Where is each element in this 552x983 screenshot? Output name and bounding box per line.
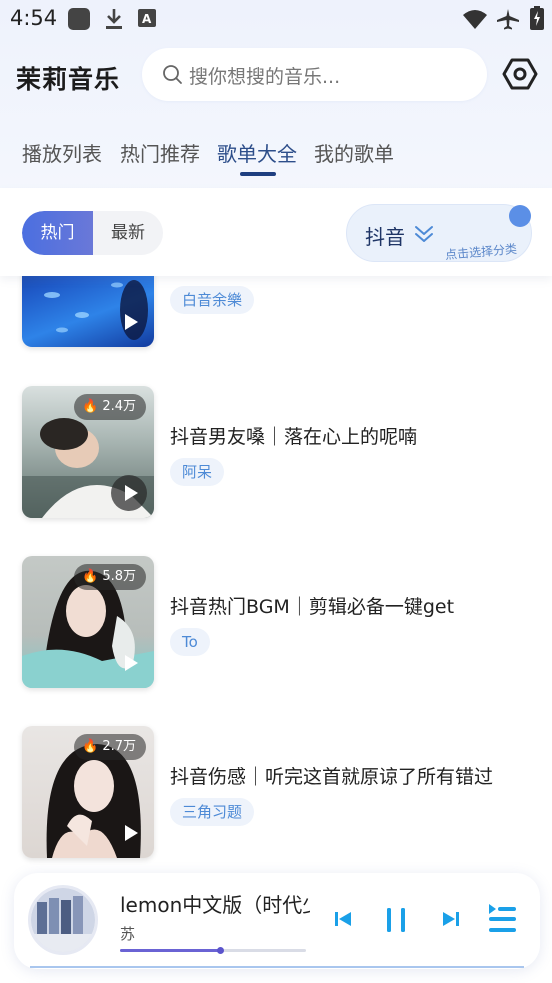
- tab-my-playlists[interactable]: 我的歌单: [314, 138, 394, 167]
- fire-icon: 🔥: [81, 739, 99, 754]
- battery-charging-icon: [530, 6, 544, 34]
- sort-new-button[interactable]: 最新: [93, 211, 163, 255]
- playlist-title: 抖音热门BGM｜剪辑必备一键get: [170, 596, 455, 618]
- download-icon: [104, 8, 124, 34]
- play-count-badge: 🔥 5.8万: [73, 564, 146, 590]
- song-title: lemon中文版（时代少年团）: [120, 893, 310, 917]
- search-icon: [162, 64, 184, 90]
- playlist-author: 三角习题: [170, 798, 255, 826]
- playlist-queue-button[interactable]: [488, 903, 518, 939]
- bottom-divider: [30, 966, 524, 968]
- album-cover: [28, 885, 98, 955]
- square-icon: [67, 7, 91, 35]
- a-icon: A: [138, 8, 156, 32]
- list-item[interactable]: 🔥 5.8万 抖音热门BGM｜剪辑必备一键get To: [0, 556, 552, 690]
- settings-button[interactable]: [502, 56, 538, 92]
- play-button[interactable]: [111, 475, 147, 511]
- progress-knob[interactable]: [217, 947, 225, 954]
- playlist-author: 白音余樂: [170, 286, 255, 314]
- previous-button[interactable]: [334, 910, 352, 932]
- play-count: 2.7万: [102, 739, 136, 754]
- fire-icon: 🔥: [81, 569, 99, 584]
- list-item[interactable]: 🔥 2.7万 抖音伤感｜听完这首就原谅了所有错过 三角习题: [0, 726, 552, 860]
- decorative-dot: [509, 205, 531, 227]
- status-bar: 4:54 A: [0, 0, 552, 38]
- list-item[interactable]: 🔥 2.4万 抖音男友嗓｜落在心上的呢喃 阿呆: [0, 386, 552, 520]
- list-item[interactable]: 白音余樂: [0, 275, 552, 349]
- playlist-list: 白音余樂 🔥 2.4万 抖音男友嗓｜落在心上的呢喃 阿呆 🔥 5.8万 抖音热门…: [0, 275, 552, 875]
- playlist-cover: 🔥 5.8万: [22, 556, 154, 688]
- playlist-author: To: [170, 628, 210, 656]
- progress-fill: [120, 949, 221, 952]
- pause-button[interactable]: [385, 907, 409, 937]
- wifi-icon: [462, 8, 488, 34]
- playlist-title: 抖音男友嗓｜落在心上的呢喃: [170, 426, 418, 448]
- playlist-queue-icon: [489, 904, 516, 932]
- active-tab-indicator: [240, 172, 276, 176]
- progress-bar[interactable]: [120, 947, 306, 954]
- mini-player[interactable]: lemon中文版（时代少年团） 苏: [14, 873, 540, 969]
- category-hint: 点击选择分类: [444, 241, 518, 263]
- sort-hot-button[interactable]: 热门: [22, 211, 93, 255]
- fire-icon: 🔥: [81, 399, 99, 414]
- play-count: 5.8万: [102, 569, 136, 584]
- chevron-down-icon: [413, 223, 435, 249]
- filter-bar: 热门 最新 抖音 点击选择分类: [0, 188, 552, 276]
- category-label: 抖音: [365, 225, 405, 249]
- play-count-badge: 🔥 2.7万: [73, 734, 146, 760]
- airplane-icon: [496, 8, 520, 34]
- pause-icon: [387, 908, 405, 932]
- tab-hot-recommend[interactable]: 热门推荐: [120, 138, 200, 167]
- next-button[interactable]: [442, 910, 460, 932]
- playlist-cover: 🔥 2.4万: [22, 386, 154, 518]
- playlist-cover: 🔥 2.7万: [22, 726, 154, 858]
- skip-next-icon: [443, 912, 459, 926]
- playlist-title: 抖音伤感｜听完这首就原谅了所有错过: [170, 766, 494, 788]
- app-title: 茉莉音乐: [16, 65, 121, 94]
- skip-previous-icon: [335, 912, 351, 926]
- play-button[interactable]: [111, 304, 147, 340]
- play-button[interactable]: [111, 645, 147, 681]
- status-time: 4:54: [10, 6, 58, 30]
- svg-text:A: A: [142, 12, 152, 26]
- tab-all-playlists[interactable]: 歌单大全: [217, 138, 297, 167]
- artist-name: 苏: [120, 925, 136, 943]
- search-input[interactable]: 搜你想搜的音乐...: [142, 48, 487, 101]
- play-count-badge: 🔥 2.4万: [73, 394, 146, 420]
- hexagon-settings-icon: [502, 58, 538, 90]
- category-select-button[interactable]: 抖音 点击选择分类: [346, 204, 532, 262]
- search-placeholder: 搜你想搜的音乐...: [189, 66, 341, 88]
- playlist-cover: [22, 275, 154, 347]
- tab-playlist[interactable]: 播放列表: [22, 138, 102, 167]
- play-button[interactable]: [111, 815, 147, 851]
- sort-toggle: 热门 最新: [22, 211, 163, 255]
- play-count: 2.4万: [102, 399, 136, 414]
- playlist-author: 阿呆: [170, 458, 225, 486]
